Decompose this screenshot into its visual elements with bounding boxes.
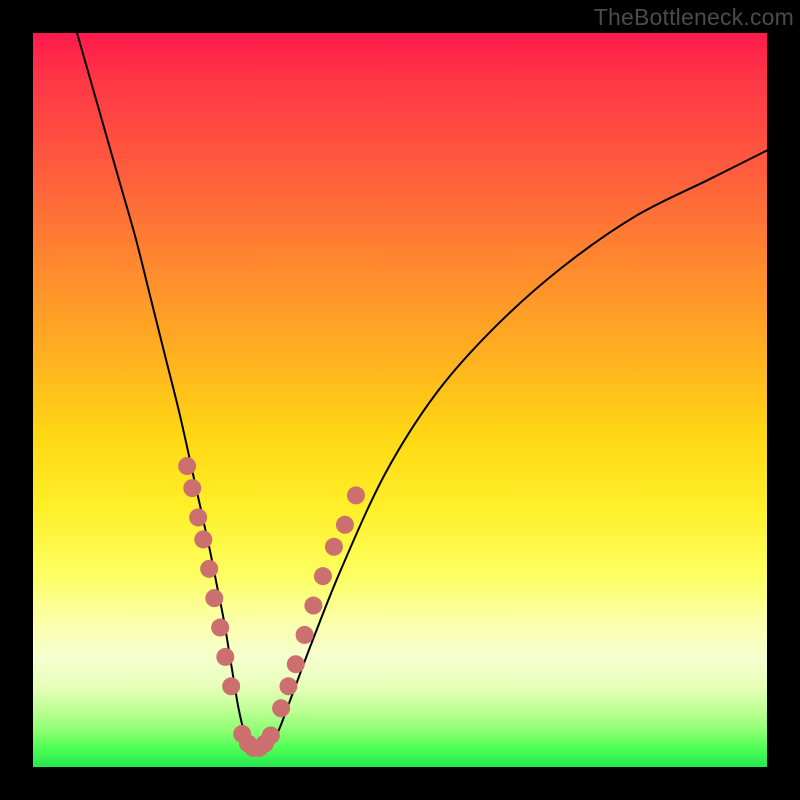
plot-area bbox=[33, 33, 767, 767]
marker-dot bbox=[194, 530, 212, 548]
marker-dot bbox=[336, 516, 354, 534]
marker-dot bbox=[296, 626, 314, 644]
marker-dot bbox=[222, 677, 240, 695]
marker-dot bbox=[325, 538, 343, 556]
marker-dot bbox=[216, 648, 234, 666]
marker-dot bbox=[314, 567, 332, 585]
marker-dot bbox=[211, 619, 229, 637]
marker-dot bbox=[272, 699, 290, 717]
marker-dot bbox=[189, 508, 207, 526]
marker-dots bbox=[178, 457, 365, 757]
marker-dot bbox=[347, 486, 365, 504]
chart-svg bbox=[33, 33, 767, 767]
outer-frame: TheBottleneck.com bbox=[0, 0, 800, 800]
marker-dot bbox=[178, 457, 196, 475]
marker-dot bbox=[304, 597, 322, 615]
marker-dot bbox=[205, 589, 223, 607]
watermark-text: TheBottleneck.com bbox=[594, 4, 794, 31]
marker-dot bbox=[183, 479, 201, 497]
bottleneck-curve bbox=[77, 33, 767, 754]
marker-dot bbox=[262, 726, 280, 744]
marker-dot bbox=[287, 655, 305, 673]
marker-dot bbox=[279, 677, 297, 695]
marker-dot bbox=[200, 560, 218, 578]
